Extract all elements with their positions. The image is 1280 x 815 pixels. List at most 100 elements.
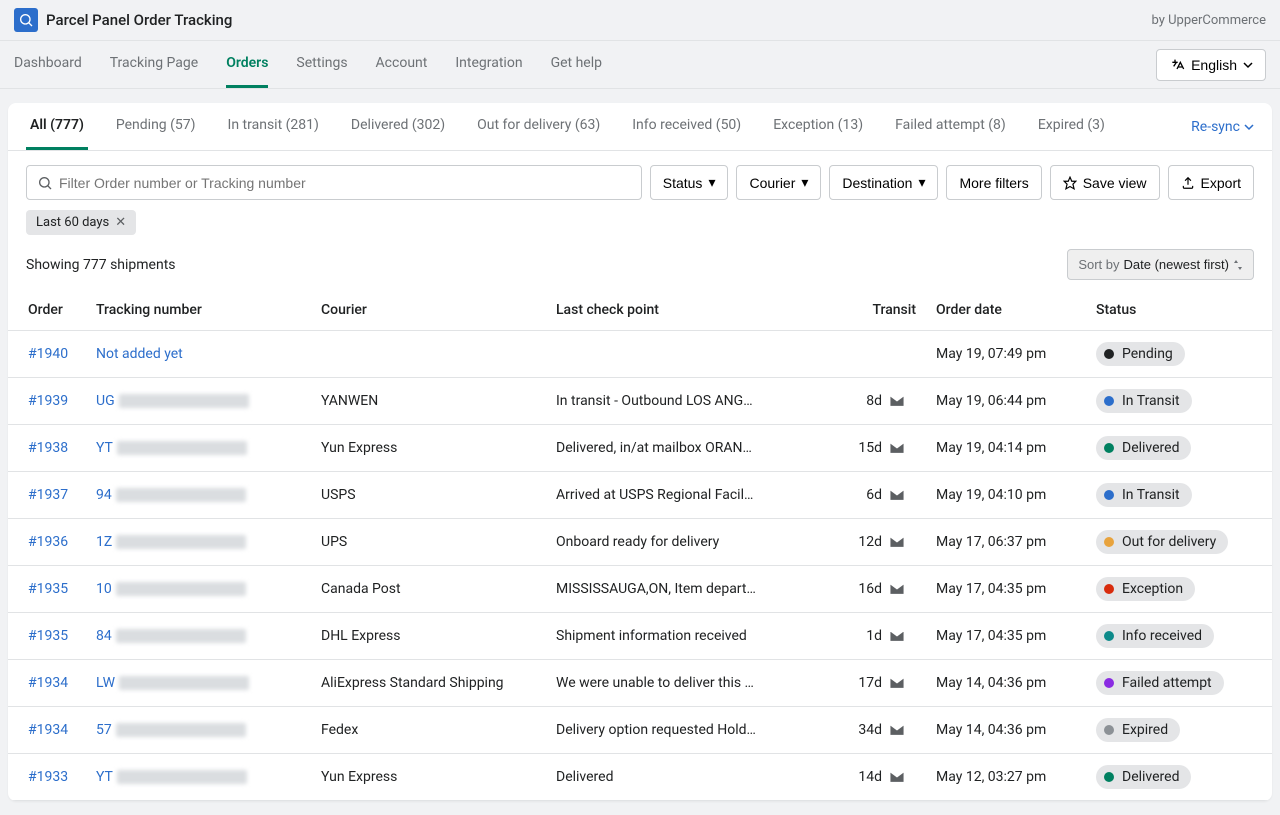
transit-cell: 1d: [841, 613, 926, 660]
status-badge: Out for delivery: [1096, 530, 1228, 554]
search-input[interactable]: [53, 167, 631, 199]
nav-item-orders[interactable]: Orders: [226, 41, 268, 88]
status-badge: In Transit: [1096, 389, 1192, 413]
tracking-link[interactable]: 57: [96, 722, 301, 738]
tracking-link[interactable]: 10: [96, 581, 301, 597]
destination-filter[interactable]: Destination▾: [829, 165, 938, 200]
caret-down-icon: ▾: [918, 174, 925, 191]
date-cell: May 19, 04:14 pm: [926, 425, 1086, 472]
nav-item-dashboard[interactable]: Dashboard: [14, 41, 82, 88]
result-count: Showing 777 shipments: [26, 257, 176, 273]
column-header: Order: [8, 290, 86, 331]
date-cell: May 14, 04:36 pm: [926, 660, 1086, 707]
nav-item-account[interactable]: Account: [376, 41, 428, 88]
tracking-link[interactable]: UG: [96, 393, 301, 409]
tab-status[interactable]: Failed attempt (8): [891, 103, 1010, 150]
language-label: English: [1191, 57, 1237, 73]
tab-status[interactable]: In transit (281): [224, 103, 323, 150]
mail-icon: [888, 676, 906, 690]
nav-item-tracking-page[interactable]: Tracking Page: [110, 41, 198, 88]
order-link[interactable]: #1937: [28, 487, 68, 503]
meta-row: Showing 777 shipments Sort by Date (newe…: [8, 245, 1272, 290]
resync-link[interactable]: Re-sync: [1191, 119, 1254, 135]
transit-cell: 17d: [841, 660, 926, 707]
transit-cell: 14d: [841, 754, 926, 801]
save-view-button[interactable]: Save view: [1050, 165, 1160, 200]
mail-icon: [888, 723, 906, 737]
status-tabs-row: All (777) Pending (57) In transit (281) Del…: [8, 103, 1272, 151]
checkpoint-cell: In transit - Outbound LOS ANGELES…: [546, 378, 841, 425]
nav-item-integration[interactable]: Integration: [455, 41, 522, 88]
status-badge: Delivered: [1096, 436, 1191, 460]
order-link[interactable]: #1933: [28, 769, 68, 785]
order-link[interactable]: #1935: [28, 628, 68, 644]
tab-status[interactable]: Info received (50): [628, 103, 745, 150]
chevron-down-icon: [1244, 122, 1254, 132]
courier-filter[interactable]: Courier▾: [736, 165, 821, 200]
tracking-link[interactable]: 94: [96, 487, 301, 503]
orders-table: OrderTracking numberCourierLast check po…: [8, 290, 1272, 801]
tracking-link[interactable]: YT: [96, 769, 301, 785]
order-link[interactable]: #1936: [28, 534, 68, 550]
order-link[interactable]: #1939: [28, 393, 68, 409]
tab-status[interactable]: Out for delivery (63): [473, 103, 604, 150]
transit-cell: 12d: [841, 519, 926, 566]
app-title: Parcel Panel Order Tracking: [46, 11, 232, 29]
column-header: Order date: [926, 290, 1086, 331]
date-cell: May 17, 06:37 pm: [926, 519, 1086, 566]
search-icon: [37, 175, 53, 191]
date-cell: May 12, 03:27 pm: [926, 754, 1086, 801]
column-header: Status: [1086, 290, 1272, 331]
status-filter[interactable]: Status▾: [650, 165, 729, 200]
sort-button[interactable]: Sort by Date (newest first): [1067, 249, 1254, 280]
table-row: #1938 YT Yun ExpressDelivered, in/at mailb…: [8, 425, 1272, 472]
tab-status[interactable]: Expired (3): [1034, 103, 1109, 150]
courier-cell: Fedex: [311, 707, 546, 754]
courier-cell: [311, 331, 546, 378]
courier-cell: Yun Express: [311, 425, 546, 472]
tracking-link[interactable]: 1Z: [96, 534, 301, 550]
order-link[interactable]: #1934: [28, 675, 68, 691]
table-row: #1940Not added yetMay 19, 07:49 pmPendin…: [8, 331, 1272, 378]
tab-status[interactable]: Delivered (302): [347, 103, 449, 150]
search-box[interactable]: [26, 165, 642, 200]
checkpoint-cell: Delivered, in/at mailbox ORANGE,CA: [546, 425, 841, 472]
status-badge: In Transit: [1096, 483, 1192, 507]
upload-icon: [1181, 176, 1195, 190]
courier-cell: Yun Express: [311, 754, 546, 801]
table-row: #19361ZUPSOnboard ready for delivery12dM…: [8, 519, 1272, 566]
close-icon[interactable]: ✕: [115, 215, 126, 230]
table-row: #1939UGYANWENIn transit - Outbound LOS A…: [8, 378, 1272, 425]
nav-item-get-help[interactable]: Get help: [551, 41, 602, 88]
table-row: #1934LWAliExpress Standard ShippingWe we…: [8, 660, 1272, 707]
tracking-link[interactable]: LW: [96, 675, 301, 691]
order-link[interactable]: #1934: [28, 722, 68, 738]
tracking-link[interactable]: 84: [96, 628, 301, 644]
transit-cell: 6d: [841, 472, 926, 519]
filters-row: Status▾ Courier▾ Destination▾ More filte…: [8, 151, 1272, 210]
tracking-link[interactable]: Not added yet: [96, 346, 183, 362]
date-range-chip[interactable]: Last 60 days ✕: [26, 210, 136, 235]
transit-cell: 8d: [841, 378, 926, 425]
status-tabs: All (777) Pending (57) In transit (281) Del…: [26, 103, 1109, 150]
tab-status[interactable]: Exception (13): [769, 103, 867, 150]
nav-item-settings[interactable]: Settings: [296, 41, 347, 88]
more-filters-button[interactable]: More filters: [946, 165, 1041, 200]
order-link[interactable]: #1940: [28, 346, 68, 362]
header-left: Parcel Panel Order Tracking: [14, 8, 232, 32]
date-cell: May 19, 04:10 pm: [926, 472, 1086, 519]
order-link[interactable]: #1938: [28, 440, 68, 456]
mail-icon: [888, 629, 906, 643]
order-link[interactable]: #1935: [28, 581, 68, 597]
tracking-link[interactable]: YT: [96, 440, 301, 456]
transit-cell: 34d: [841, 707, 926, 754]
tab-status[interactable]: All (777): [26, 103, 88, 150]
mail-icon: [888, 394, 906, 408]
caret-down-icon: ▾: [708, 174, 715, 191]
export-button[interactable]: Export: [1168, 165, 1254, 200]
checkpoint-cell: Shipment information received: [546, 613, 841, 660]
language-selector[interactable]: English: [1156, 49, 1266, 81]
table-body: #1940Not added yetMay 19, 07:49 pmPendin…: [8, 331, 1272, 801]
table-header-row: OrderTracking numberCourierLast check po…: [8, 290, 1272, 331]
tab-status[interactable]: Pending (57): [112, 103, 200, 150]
